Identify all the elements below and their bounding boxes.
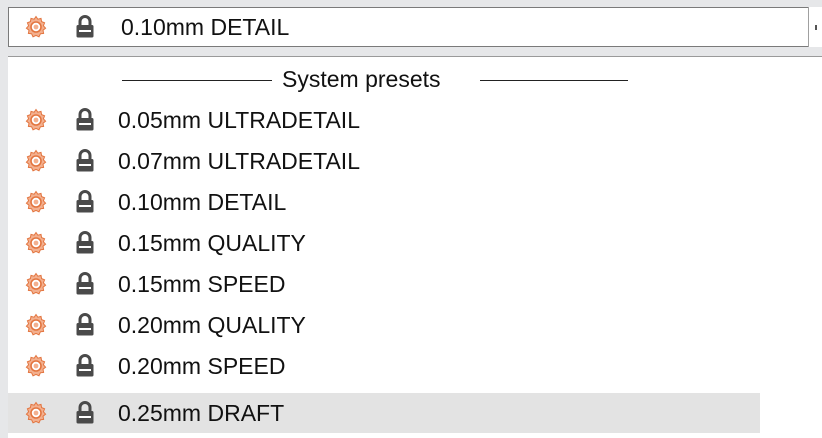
- preset-item-label: 0.15mm QUALITY: [118, 229, 306, 256]
- gear-icon: [24, 313, 48, 337]
- gear-icon: [24, 401, 48, 425]
- preset-item-label: 0.05mm ULTRADETAIL: [118, 106, 360, 133]
- preset-combo-box[interactable]: 0.10mm DETAIL: [8, 7, 808, 47]
- preset-item-label: 0.20mm QUALITY: [118, 311, 306, 338]
- preset-item[interactable]: 0.07mm ULTRADETAIL: [8, 141, 760, 181]
- gear-icon: [24, 231, 48, 255]
- lock-icon: [75, 313, 95, 337]
- preset-item[interactable]: 0.10mm DETAIL: [8, 182, 760, 222]
- lock-icon: [75, 231, 95, 255]
- gear-icon: [24, 108, 48, 132]
- chevron-down-icon: [815, 25, 817, 30]
- preset-selector-frame: 0.10mm DETAIL System presets 0.05mm ULTR…: [0, 0, 822, 438]
- preset-item-highlighted[interactable]: 0.25mm DRAFT: [8, 393, 760, 433]
- selected-preset-label: 0.10mm DETAIL: [121, 13, 290, 40]
- preset-item-label: 0.20mm SPEED: [118, 352, 286, 379]
- preset-item[interactable]: 0.15mm QUALITY: [8, 223, 760, 263]
- combo-dropdown-button[interactable]: [808, 7, 822, 47]
- preset-item-label: 0.07mm ULTRADETAIL: [118, 147, 360, 174]
- gear-icon: [24, 354, 48, 378]
- gear-icon: [24, 272, 48, 296]
- lock-icon: [75, 15, 95, 39]
- separator-line-left: [122, 80, 272, 81]
- lock-icon: [75, 354, 95, 378]
- lock-icon: [75, 401, 95, 425]
- gear-icon: [24, 190, 48, 214]
- preset-item-label: 0.25mm DRAFT: [118, 399, 285, 426]
- lock-icon: [75, 190, 95, 214]
- lock-icon: [75, 149, 95, 173]
- preset-item-label: 0.10mm DETAIL: [118, 188, 287, 215]
- gear-icon: [24, 149, 48, 173]
- lock-icon: [75, 108, 95, 132]
- separator-line-right: [480, 80, 628, 81]
- preset-dropdown-list: System presets 0.05mm ULTRADETAIL 0.07mm…: [8, 56, 822, 438]
- preset-item[interactable]: 0.15mm SPEED: [8, 264, 760, 304]
- preset-item-label: 0.15mm SPEED: [118, 270, 286, 297]
- preset-item[interactable]: 0.20mm QUALITY: [8, 305, 760, 345]
- group-header-label: System presets: [282, 66, 441, 92]
- preset-item[interactable]: 0.05mm ULTRADETAIL: [8, 100, 760, 140]
- group-header-system-presets: System presets: [8, 63, 760, 95]
- lock-icon: [75, 272, 95, 296]
- gear-icon: [24, 15, 48, 39]
- preset-item[interactable]: 0.20mm SPEED: [8, 346, 760, 386]
